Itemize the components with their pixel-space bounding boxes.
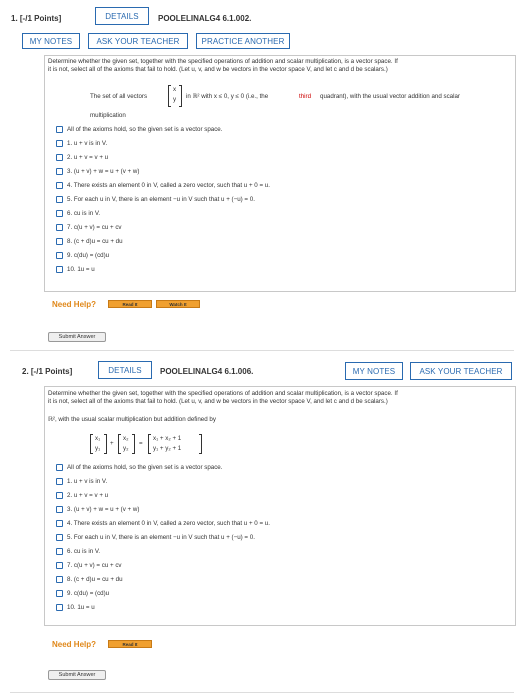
checkbox[interactable] — [56, 547, 63, 555]
option-axiom-10[interactable]: 10. 1u = u — [56, 264, 95, 274]
checkbox[interactable] — [56, 603, 63, 611]
option-axiom-2[interactable]: 2. u + v = v + u — [56, 490, 108, 500]
option-axiom-6[interactable]: 6. cu is in V. — [56, 208, 100, 218]
details-button[interactable]: DETAILS — [95, 7, 149, 25]
set-description-a: The set of all vectors — [90, 93, 148, 100]
checkbox[interactable] — [56, 139, 63, 147]
option-axiom-7[interactable]: 7. c(u + v) = cu + cv — [56, 222, 122, 232]
plus-sign: + — [110, 440, 114, 447]
vec1-y: y₁ — [95, 445, 101, 452]
question-code: POOLELINALG4 6.1.006. — [160, 367, 254, 376]
definition-line: ℝ², with the usual scalar multiplication… — [48, 416, 216, 423]
option-axiom-8[interactable]: 8. (c + d)u = cu + du — [56, 574, 123, 584]
option-axiom-3[interactable]: 3. (u + v) + w = u + (v + w) — [56, 504, 139, 514]
need-help-label: Need Help? — [52, 300, 97, 309]
ask-teacher-button[interactable]: ASK YOUR TEACHER — [88, 33, 188, 49]
checkbox[interactable] — [56, 463, 63, 471]
result-row1: x₁ + x₂ + 1 — [153, 435, 182, 442]
checkbox[interactable] — [56, 491, 63, 499]
question-number: 1. [-/1 Points] — [11, 14, 62, 23]
equals-sign: = — [139, 440, 143, 447]
checkbox[interactable] — [56, 265, 63, 273]
checkbox[interactable] — [56, 519, 63, 527]
option-axiom-5[interactable]: 5. For each u in V, there is an element … — [56, 532, 255, 542]
vec2-y: y₂ — [123, 445, 129, 452]
submit-answer-button[interactable]: Submit Answer — [48, 670, 106, 680]
vector-x: x — [173, 86, 177, 93]
checkbox[interactable] — [56, 167, 63, 175]
option-axiom-9[interactable]: 9. c(du) = (cd)u — [56, 250, 109, 260]
instructions-line1: Determine whether the given set, togethe… — [48, 58, 398, 65]
practice-another-button[interactable]: PRACTICE ANOTHER — [196, 33, 290, 49]
instructions-line1: Determine whether the given set, togethe… — [48, 390, 398, 397]
checkbox[interactable] — [56, 533, 63, 541]
set-description-c: quadrant), with the usual vector additio… — [320, 93, 460, 100]
set-description-b: in ℝ² with x ≤ 0, y ≤ 0 (i.e., the — [186, 93, 269, 100]
checkbox[interactable] — [56, 195, 63, 203]
question-number: 2. [-/1 Points] — [22, 367, 73, 376]
checkbox[interactable] — [56, 209, 63, 217]
option-axiom-4[interactable]: 4. There exists an element 0 in V, calle… — [56, 518, 270, 528]
result-row2: y₁ + y₂ + 1 — [153, 445, 182, 452]
vector-left-bracket — [168, 85, 171, 107]
question-code: POOLELINALG4 6.1.002. — [158, 14, 252, 23]
vector-y: y — [173, 96, 177, 103]
option-axiom-4[interactable]: 4. There exists an element 0 in V, calle… — [56, 180, 270, 190]
checkbox[interactable] — [56, 575, 63, 583]
option-axiom-10[interactable]: 10. 1u = u — [56, 602, 95, 612]
option-axiom-7[interactable]: 7. c(u + v) = cu + cv — [56, 560, 122, 570]
watch-it-button[interactable]: Watch It — [156, 300, 200, 308]
vec2-right-bracket — [132, 434, 135, 454]
checkbox[interactable] — [56, 505, 63, 513]
checkbox[interactable] — [56, 153, 63, 161]
instructions-line2: it is not, select all of the axioms that… — [48, 66, 388, 73]
result-left-bracket — [148, 434, 151, 454]
option-all-hold[interactable]: All of the axioms hold, so the given set… — [56, 124, 222, 134]
vec2-left-bracket — [118, 434, 121, 454]
details-button[interactable]: DETAILS — [98, 361, 152, 379]
set-description-d: multiplication — [90, 112, 126, 119]
read-it-button[interactable]: Read It — [108, 640, 152, 648]
vec2-x: x₂ — [123, 435, 129, 442]
option-all-hold[interactable]: All of the axioms hold, so the given set… — [56, 462, 222, 472]
option-axiom-2[interactable]: 2. u + v = v + u — [56, 152, 108, 162]
option-axiom-6[interactable]: 6. cu is in V. — [56, 546, 100, 556]
option-axiom-9[interactable]: 9. c(du) = (cd)u — [56, 588, 109, 598]
read-it-button[interactable]: Read It — [108, 300, 152, 308]
submit-answer-button[interactable]: Submit Answer — [48, 332, 106, 342]
vec1-right-bracket — [104, 434, 107, 454]
option-axiom-1[interactable]: 1. u + v is in V. — [56, 138, 107, 148]
question-separator — [10, 692, 514, 693]
question-separator — [10, 350, 514, 351]
checkbox[interactable] — [56, 477, 63, 485]
option-axiom-1[interactable]: 1. u + v is in V. — [56, 476, 107, 486]
need-help-label: Need Help? — [52, 640, 97, 649]
checkbox[interactable] — [56, 589, 63, 597]
my-notes-button[interactable]: MY NOTES — [22, 33, 80, 49]
result-right-bracket — [199, 434, 202, 454]
vector-right-bracket — [179, 85, 182, 107]
set-description-third: third — [299, 93, 312, 100]
option-axiom-5[interactable]: 5. For each u in V, there is an element … — [56, 194, 255, 204]
checkbox[interactable] — [56, 251, 63, 259]
checkbox[interactable] — [56, 223, 63, 231]
checkbox[interactable] — [56, 561, 63, 569]
ask-teacher-button[interactable]: ASK YOUR TEACHER — [410, 362, 512, 380]
my-notes-button[interactable]: MY NOTES — [345, 362, 403, 380]
vec1-left-bracket — [90, 434, 93, 454]
option-axiom-8[interactable]: 8. (c + d)u = cu + du — [56, 236, 123, 246]
checkbox[interactable] — [56, 181, 63, 189]
checkbox[interactable] — [56, 125, 63, 133]
vec1-x: x₁ — [95, 435, 101, 442]
instructions-line2: it is not, select all of the axioms that… — [48, 398, 388, 405]
option-axiom-3[interactable]: 3. (u + v) + w = u + (v + w) — [56, 166, 139, 176]
checkbox[interactable] — [56, 237, 63, 245]
